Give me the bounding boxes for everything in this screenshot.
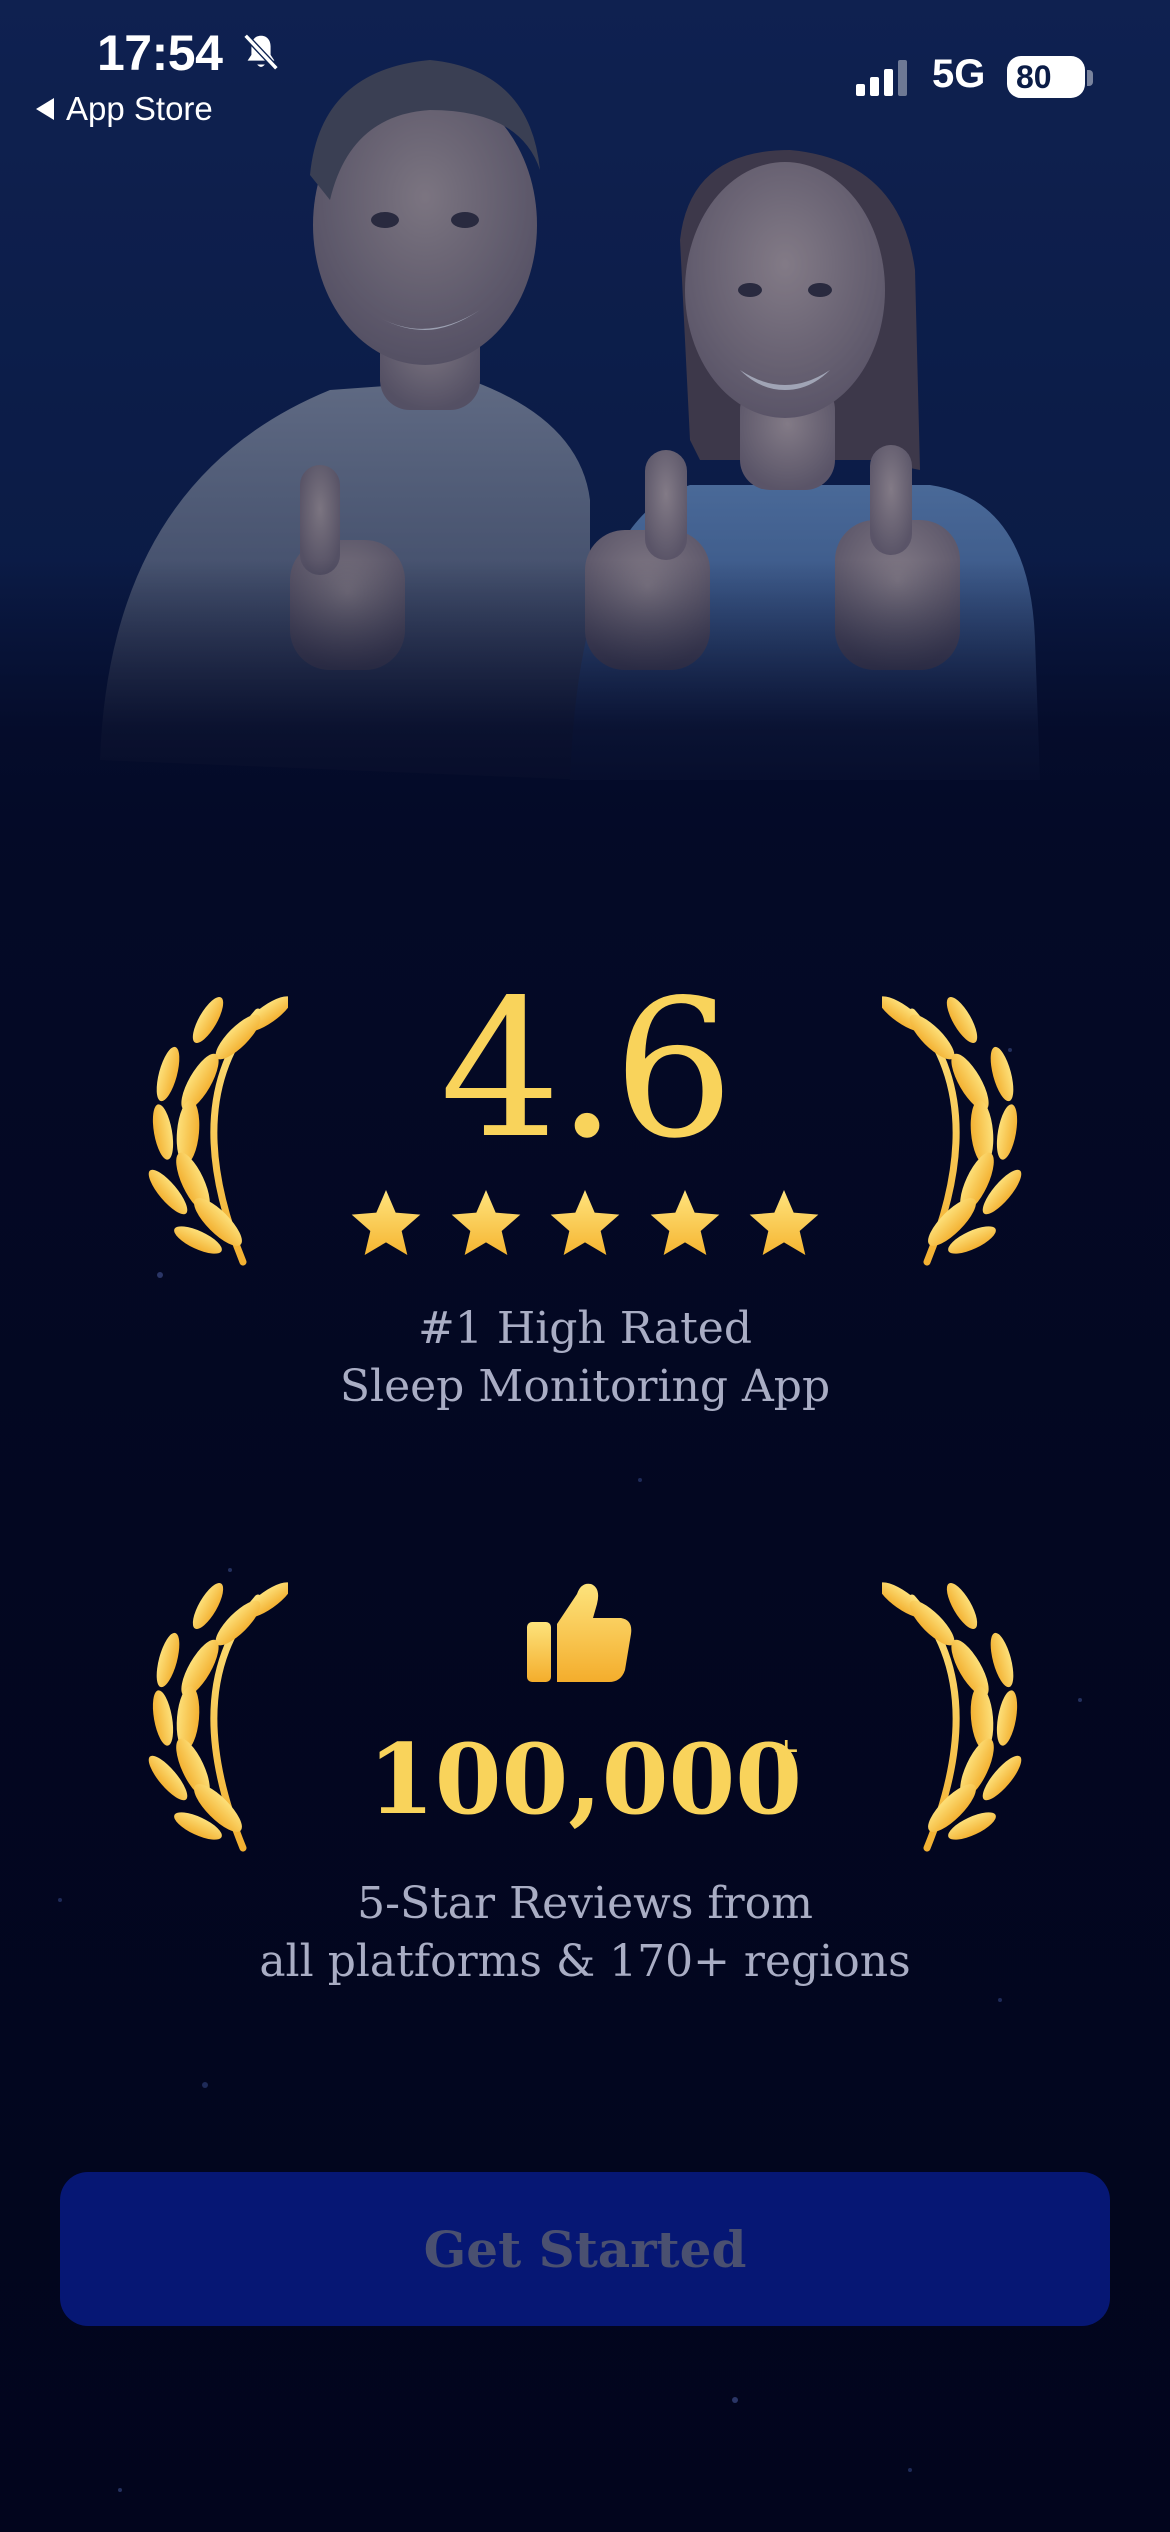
back-to-app-store[interactable]: App Store [36, 90, 213, 128]
back-arrow-icon [36, 98, 54, 120]
get-started-button[interactable]: Get Started [60, 2172, 1110, 2326]
rating-stars [345, 1185, 825, 1265]
onboarding-screen: 17:54 App Store 5G 80 4.6 #1 High Rated … [0, 0, 1170, 2532]
bell-slash-icon [243, 33, 279, 71]
star-icon [749, 1190, 819, 1255]
rating-caption-line2: Sleep Monitoring App [339, 1361, 831, 1412]
star-icon [650, 1190, 719, 1255]
star-icon [550, 1190, 620, 1255]
reviews-caption-line2: all platforms & 170+ regions [259, 1936, 911, 1987]
battery-tip [1087, 70, 1093, 86]
reviews-count: 100,000 [367, 1723, 803, 1836]
hero-fade-overlay [0, 560, 1170, 840]
star-icon [451, 1190, 520, 1255]
reviews-caption-line1: 5-Star Reviews from [357, 1878, 813, 1929]
rating-caption-line1: #1 High Rated [417, 1303, 753, 1354]
star-icon [351, 1190, 421, 1255]
signal-icon [856, 60, 907, 96]
battery-icon: 80 [1007, 56, 1085, 98]
rating-value: 4.6 [439, 959, 734, 1180]
back-label: App Store [66, 90, 213, 127]
network-type: 5G [932, 52, 986, 96]
battery-level: 80 [1016, 58, 1052, 95]
thumbs-up-icon [527, 1583, 632, 1682]
reviews-count-suffix: + [772, 1730, 801, 1770]
status-bar: 17:54 App Store 5G 80 [0, 0, 1170, 130]
status-time: 17:54 [97, 25, 223, 81]
get-started-label: Get Started [423, 2219, 747, 2279]
